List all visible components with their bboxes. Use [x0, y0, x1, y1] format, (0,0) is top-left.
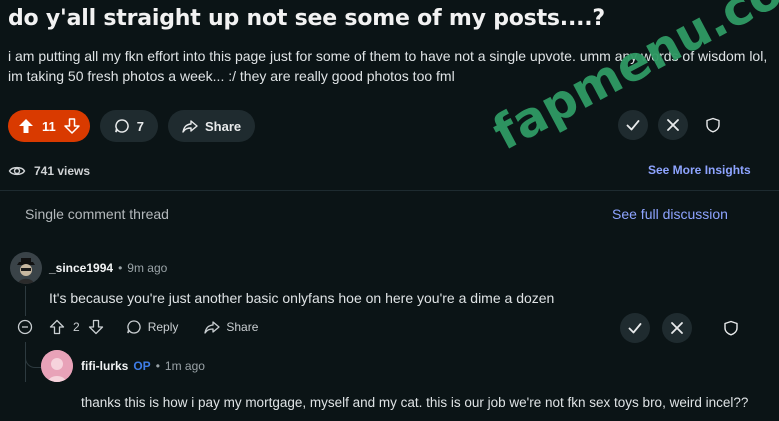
comment-count: 7	[136, 118, 144, 134]
remove-button[interactable]	[658, 110, 688, 140]
avatar[interactable]	[41, 350, 73, 382]
meta-separator: •	[155, 359, 160, 373]
comment-icon	[114, 118, 130, 134]
share-icon	[182, 118, 198, 134]
comment-share-button[interactable]: Share	[204, 319, 258, 335]
views-stat: 741 views	[8, 162, 90, 180]
comment-timestamp: 9m ago	[127, 261, 168, 275]
upvote-icon[interactable]	[18, 118, 34, 134]
views-count: 741 views	[34, 164, 91, 178]
comment1-action-bar: 2 Reply Share	[17, 319, 258, 335]
close-icon	[665, 117, 681, 133]
comment-vote-count: 2	[73, 320, 80, 334]
comment-mod-tools	[620, 313, 746, 343]
close-icon	[669, 320, 685, 336]
shield-icon	[705, 117, 721, 133]
comment-timestamp: 1m ago	[164, 359, 205, 373]
reply-button[interactable]: Reply	[126, 319, 179, 335]
comments-button[interactable]: 7	[99, 110, 158, 142]
share-icon	[204, 319, 221, 335]
meta-separator: •	[118, 261, 123, 275]
post-title: do y'all straight up not see some of my …	[8, 6, 605, 31]
see-full-discussion-link[interactable]: See full discussion	[612, 206, 728, 222]
comment1-meta: _since1994 • 9m ago	[49, 261, 167, 275]
comment2-text: thanks this is how i pay my mortgage, my…	[81, 395, 749, 410]
upvote-icon[interactable]	[49, 319, 65, 335]
downvote-icon[interactable]	[88, 319, 104, 335]
comment1-text: It's because you're just another basic o…	[49, 290, 555, 306]
avatar[interactable]	[10, 252, 42, 284]
approve-button[interactable]	[620, 313, 650, 343]
see-more-insights-link[interactable]: See More Insights	[648, 163, 751, 177]
downvote-icon[interactable]	[64, 118, 80, 134]
comment-author[interactable]: _since1994	[49, 261, 113, 275]
comment-icon	[126, 319, 142, 335]
reply-label: Reply	[147, 320, 179, 334]
divider	[0, 190, 779, 191]
shield-icon	[723, 320, 739, 336]
eye-icon	[8, 162, 26, 180]
share-button[interactable]: Share	[167, 110, 256, 142]
vote-count: 11	[42, 118, 56, 134]
share-label: Share	[226, 320, 259, 334]
op-badge: OP	[133, 359, 151, 373]
mod-shield-button[interactable]	[698, 110, 728, 140]
thread-label: Single comment thread	[25, 206, 169, 222]
vote-control: 11	[8, 110, 90, 142]
thread-connector	[25, 352, 41, 368]
mod-shield-button[interactable]	[716, 313, 746, 343]
post-mod-tools	[618, 110, 728, 140]
comment-author[interactable]: fifi-lurks	[81, 359, 128, 373]
remove-button[interactable]	[662, 313, 692, 343]
share-label: Share	[204, 118, 242, 134]
thread-line	[25, 286, 26, 316]
collapse-thread-icon[interactable]	[17, 319, 33, 335]
checkmark-icon	[627, 320, 643, 336]
checkmark-icon	[625, 117, 641, 133]
comment2-meta: fifi-lurks OP • 1m ago	[81, 359, 205, 373]
post-action-bar: 11 7 Share	[8, 110, 256, 142]
